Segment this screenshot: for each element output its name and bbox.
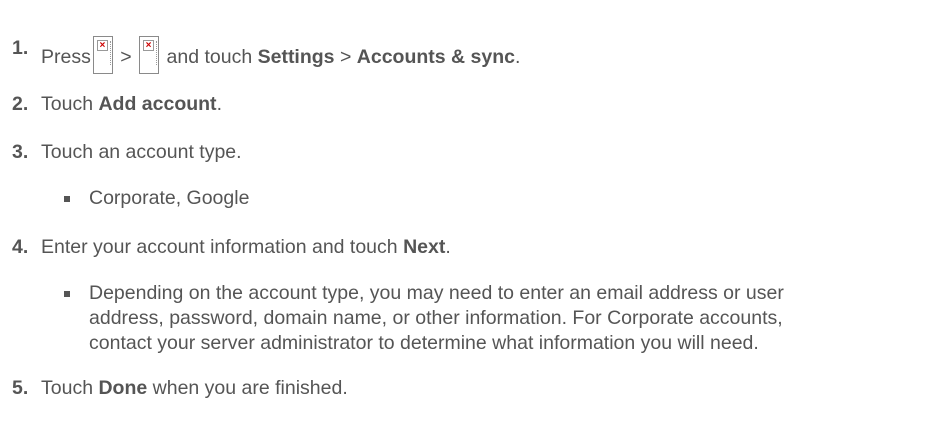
step-text: Enter your account information and touch… — [41, 236, 451, 258]
step-5: 5. Touch Done when you are finished. — [0, 376, 927, 404]
menu-key-icon: × — [92, 36, 113, 74]
done-label: Done — [98, 377, 148, 399]
bullet-icon — [64, 291, 70, 297]
step-number: 1. — [12, 37, 29, 59]
step-2: 2. Touch Add account. — [0, 92, 927, 120]
menu-key-icon: × — [139, 36, 160, 74]
step-3: 3. Touch an account type. — [0, 140, 927, 168]
step-number: 4. — [12, 236, 29, 258]
step-text: Touch Done when you are finished. — [41, 377, 348, 399]
step-number: 3. — [12, 141, 29, 163]
step-text: Press × > × and touch Settings > Accounts… — [41, 36, 520, 74]
step-text: Touch an account type. — [41, 141, 242, 163]
bullet-text-line-2: address, password, domain name, or other… — [89, 307, 783, 329]
add-account-label: Add account — [98, 93, 217, 115]
next-label: Next — [403, 236, 446, 258]
step-number: 2. — [12, 93, 29, 115]
bullet-text-line-3: contact your server administrator to det… — [89, 332, 759, 354]
step-text: Touch Add account. — [41, 93, 222, 115]
bullet-text: Corporate, Google — [89, 187, 250, 209]
step-1: 1. Press × > × and touch Settings > Accou… — [0, 28, 927, 74]
settings-label: Settings — [257, 46, 335, 68]
accounts-sync-label: Accounts & sync — [356, 46, 515, 68]
step-number: 5. — [12, 377, 29, 399]
step-4: 4. Enter your account information and to… — [0, 235, 927, 263]
bullet-icon — [64, 196, 70, 202]
bullet-text-line-1: Depending on the account type, you may n… — [89, 282, 784, 304]
